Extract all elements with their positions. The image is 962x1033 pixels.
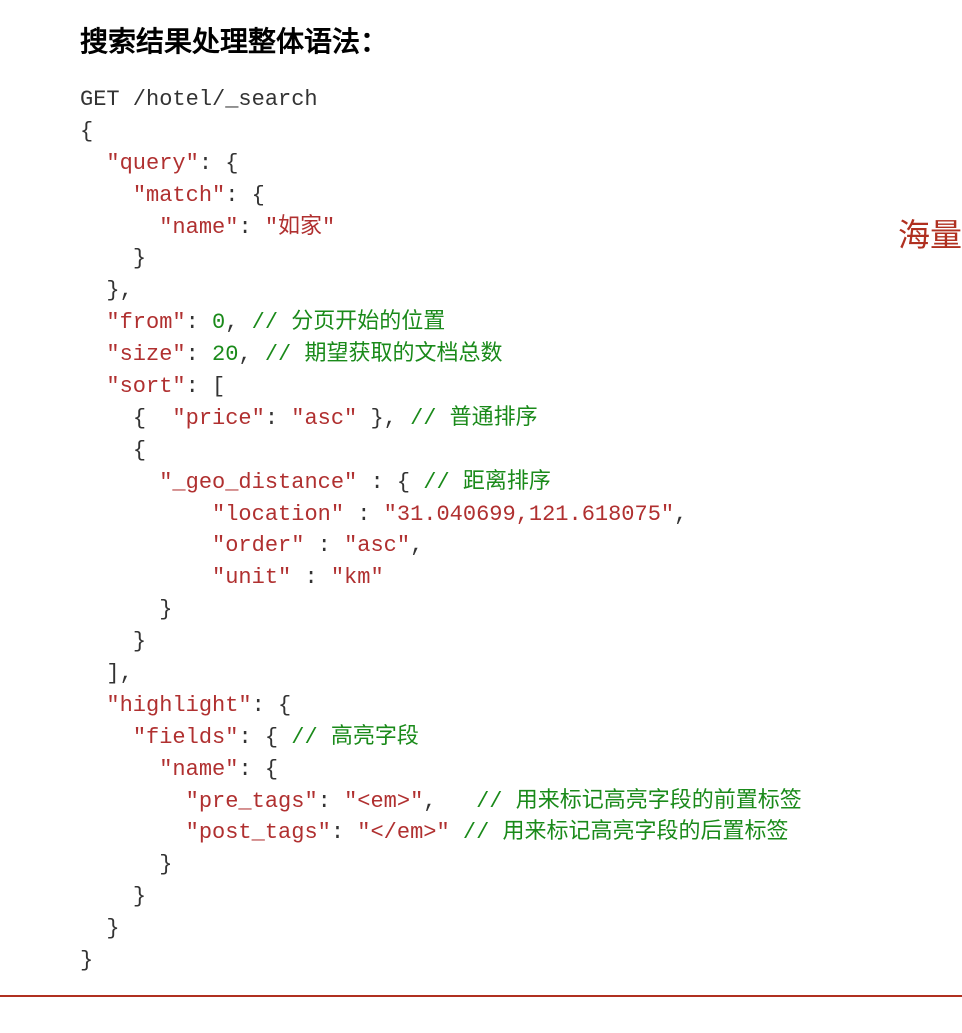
key-hname: "name": [159, 757, 238, 782]
comment-pretags: // 用来标记高亮字段的前置标签: [476, 789, 802, 814]
key-size: "size": [106, 342, 185, 367]
val-location: "31.040699,121.618075": [384, 502, 674, 527]
comment-geo: // 距离排序: [423, 470, 551, 495]
key-name: "name": [159, 215, 238, 240]
watermark-text: 海量: [898, 210, 962, 256]
comment-size: // 期望获取的文档总数: [265, 342, 503, 367]
comment-posttags: // 用来标记高亮字段的后置标签: [463, 820, 789, 845]
val-size: 20: [212, 342, 238, 367]
val-name: "如家": [265, 215, 335, 240]
comment-price: // 普通排序: [410, 406, 538, 431]
key-sort: "sort": [106, 374, 185, 399]
key-price: "price": [172, 406, 264, 431]
brace-close: }: [80, 948, 93, 973]
key-order: "order": [212, 533, 304, 558]
request-line: GET /hotel/_search: [80, 87, 318, 112]
val-order: "asc": [344, 533, 410, 558]
key-from: "from": [106, 310, 185, 335]
comment-from: // 分页开始的位置: [252, 310, 446, 335]
key-highlight: "highlight": [106, 693, 251, 718]
val-posttags: "</em>": [357, 820, 449, 845]
key-unit: "unit": [212, 565, 291, 590]
brace-open: {: [80, 119, 93, 144]
val-unit: "km": [331, 565, 384, 590]
footer-divider: [0, 995, 962, 997]
val-pretags: "<em>": [344, 789, 423, 814]
key-query: "query": [106, 151, 198, 176]
key-fields: "fields": [133, 725, 239, 750]
key-geo: "_geo_distance": [159, 470, 357, 495]
code-block: GET /hotel/_search { "query": { "match":…: [80, 84, 962, 977]
key-pretags: "pre_tags": [186, 789, 318, 814]
comment-fields: // 高亮字段: [291, 725, 419, 750]
val-price: "asc": [291, 406, 357, 431]
section-heading: 搜索结果处理整体语法：: [80, 20, 962, 60]
key-posttags: "post_tags": [186, 820, 331, 845]
key-match: "match": [133, 183, 225, 208]
key-location: "location": [212, 502, 344, 527]
val-from: 0: [212, 310, 225, 335]
document-container: 搜索结果处理整体语法： 海量 GET /hotel/_search { "que…: [0, 0, 962, 977]
